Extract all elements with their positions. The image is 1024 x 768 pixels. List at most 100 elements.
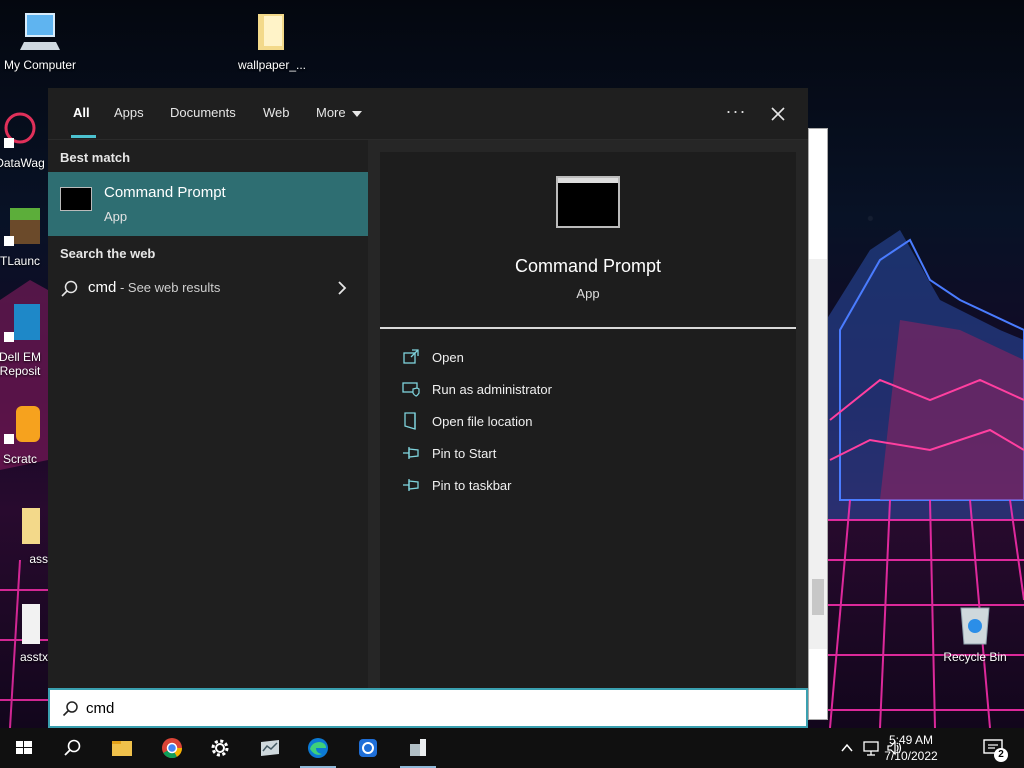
tab-apps[interactable]: Apps — [114, 88, 144, 140]
taskbar-search-box[interactable] — [48, 688, 808, 728]
folder-icon — [258, 14, 284, 50]
desktop-icon-ass-folder[interactable]: ass — [0, 504, 48, 566]
chevron-down-icon — [351, 110, 362, 117]
monitor-app-icon — [261, 740, 279, 756]
windows-logo-icon — [16, 741, 32, 754]
preview-divider — [380, 327, 796, 329]
tab-more-label: More — [316, 105, 346, 120]
scrollbar-thumb[interactable] — [812, 579, 824, 615]
scratch-icon — [4, 406, 40, 444]
desktop-icon-label: TLaunc — [0, 254, 41, 268]
action-pin-to-taskbar[interactable]: Pin to taskbar — [402, 474, 782, 498]
action-pin-to-start[interactable]: Pin to Start — [402, 442, 782, 466]
chevron-right-icon[interactable] — [336, 280, 348, 296]
taskbar-app-monitor[interactable] — [246, 728, 294, 768]
results-pane: Best match Command Prompt App Search the… — [48, 140, 368, 688]
desktop-icon-recycle-bin[interactable]: Recycle Bin — [935, 602, 1015, 664]
action-open-file-location[interactable]: Open file location — [402, 410, 782, 434]
command-prompt-large-icon — [556, 176, 620, 228]
desktop-icon-datawag[interactable]: DataWag — [0, 108, 48, 170]
search-web-heading: Search the web — [60, 246, 156, 261]
file-location-icon — [404, 412, 416, 430]
pin-icon — [403, 447, 419, 459]
tab-more[interactable]: More — [316, 88, 362, 140]
best-match-kind: App — [104, 209, 128, 224]
chevron-up-icon[interactable] — [840, 741, 854, 755]
action-run-as-administrator[interactable]: Run as administrator — [402, 378, 782, 402]
close-icon — [771, 107, 785, 121]
file-explorer-icon — [112, 741, 132, 756]
tab-documents[interactable]: Documents — [170, 88, 236, 140]
dell-repository-icon — [4, 304, 40, 342]
taskbar-server-app[interactable] — [394, 728, 442, 768]
desktop-icon-dell-em[interactable]: Dell EM Reposit — [0, 302, 48, 378]
taskbar: 5:49 AM 7/10/2022 2 — [0, 728, 1024, 768]
edge-icon — [308, 738, 328, 758]
background-window-scrollbar[interactable] — [809, 259, 827, 649]
datawag-icon — [4, 112, 36, 148]
action-run-as-administrator-label: Run as administrator — [432, 382, 552, 397]
close-button[interactable] — [764, 100, 792, 128]
computer-icon — [20, 13, 60, 50]
gear-icon — [211, 739, 229, 757]
search-filter-bar: All Apps Documents Web More ··· — [48, 88, 808, 140]
desktop-icon-label: asstx — [19, 650, 48, 664]
taskbar-file-explorer[interactable] — [98, 728, 146, 768]
desktop-icon-label: DataWag — [0, 156, 45, 170]
clock[interactable]: 5:49 AM 7/10/2022 — [866, 732, 956, 764]
chrome-icon — [162, 738, 183, 759]
desktop-icon-label: Dell EM Reposit — [0, 350, 41, 378]
shield-icon — [402, 382, 420, 397]
best-match-command-prompt[interactable]: Command Prompt App — [48, 172, 368, 236]
desktop-icon-tlauncher[interactable]: TLaunc — [0, 206, 48, 268]
desktop-icon-label: Scratc — [2, 452, 37, 466]
background-window — [808, 128, 828, 720]
taskbar-edge[interactable] — [294, 728, 342, 768]
search-input[interactable] — [86, 696, 786, 720]
action-open-file-location-label: Open file location — [432, 414, 533, 429]
search-icon — [62, 701, 78, 717]
folder-icon — [22, 508, 40, 544]
preview-kind: App — [576, 286, 600, 301]
best-match-name: Command Prompt — [104, 184, 226, 201]
open-icon — [403, 349, 419, 364]
tab-all[interactable]: All — [71, 88, 96, 140]
desktop-icon-my-computer[interactable]: My Computer — [0, 10, 80, 72]
clock-time: 5:49 AM — [888, 733, 934, 747]
action-pin-to-taskbar-label: Pin to taskbar — [432, 478, 512, 493]
preview-card: Command Prompt App Open Run as administr… — [380, 152, 796, 688]
action-open[interactable]: Open — [402, 346, 782, 370]
preview-title: Command Prompt — [514, 256, 662, 276]
clock-date: 7/10/2022 — [884, 749, 938, 763]
web-result-item[interactable]: cmd - See web results — [48, 272, 368, 304]
notification-count-badge: 2 — [994, 748, 1008, 762]
search-icon — [61, 280, 78, 297]
web-result-suffix: - See web results — [116, 280, 221, 295]
server-app-icon — [410, 739, 426, 756]
recycle-bin-icon — [960, 607, 990, 645]
command-prompt-icon — [60, 187, 92, 211]
desktop-icon-label: Recycle Bin — [943, 650, 1007, 664]
start-button[interactable] — [0, 728, 48, 768]
desktop-icon-label: wallpaper_... — [237, 58, 307, 72]
file-icon — [22, 604, 40, 644]
action-pin-to-start-label: Pin to Start — [432, 446, 497, 461]
taskbar-control-center[interactable] — [344, 728, 392, 768]
best-match-heading: Best match — [60, 150, 131, 165]
taskbar-search-button[interactable] — [48, 728, 96, 768]
tab-web[interactable]: Web — [263, 88, 290, 140]
desktop-icon-asstx[interactable]: asstx — [0, 602, 48, 664]
taskbar-settings[interactable] — [196, 728, 244, 768]
more-options-button[interactable]: ··· — [722, 100, 750, 128]
start-search-panel: All Apps Documents Web More ··· Best mat… — [48, 88, 808, 688]
tlauncher-icon — [4, 208, 40, 246]
taskbar-chrome[interactable] — [148, 728, 196, 768]
desktop-icon-label: ass — [29, 552, 48, 566]
search-icon — [64, 739, 81, 756]
desktop-icon-scratch[interactable]: Scratc — [0, 404, 48, 466]
pin-icon — [403, 479, 419, 491]
desktop-icon-label: My Computer — [3, 58, 77, 72]
action-open-label: Open — [432, 350, 464, 365]
preview-pane: Command Prompt App Open Run as administr… — [368, 140, 808, 688]
desktop-icon-wallpaper-folder[interactable]: wallpaper_... — [232, 10, 312, 72]
